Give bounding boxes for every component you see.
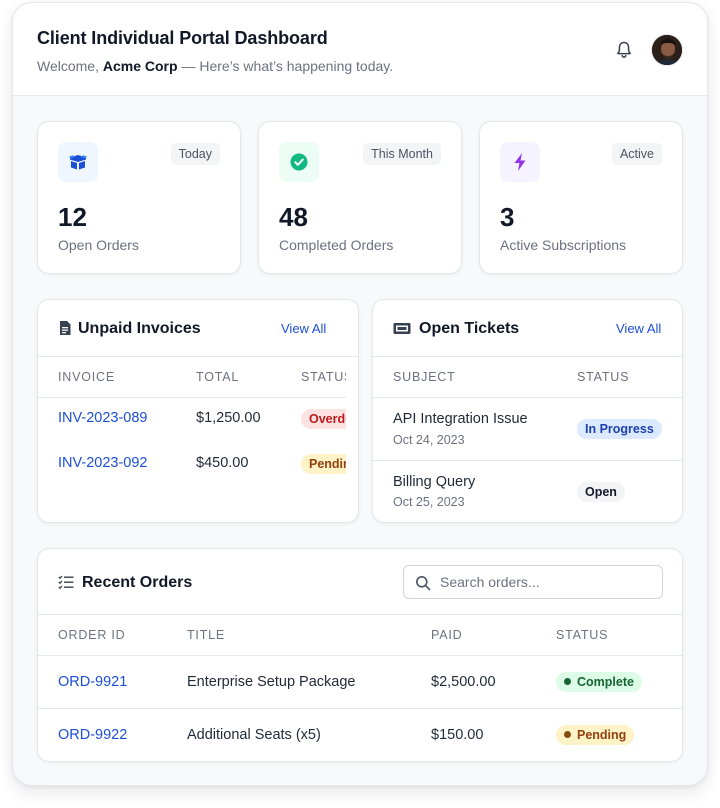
company-name: Acme Corp (102, 58, 178, 74)
stat-label: Completed Orders (279, 237, 394, 253)
welcome-prefix: Welcome, (37, 58, 99, 74)
avatar-image (652, 35, 682, 65)
ticket-icon (393, 323, 411, 334)
stat-badge: Active (611, 143, 662, 165)
stat-card-completed-orders: This Month 48 Completed Orders (258, 121, 462, 274)
invoice-total: $450.00 (196, 455, 249, 471)
order-title: Enterprise Setup Package (187, 674, 356, 690)
order-link[interactable]: ORD-9922 (58, 727, 127, 743)
column-header: SUBJECT (393, 370, 456, 384)
open-tickets-panel: Open Tickets View All SUBJECT STATUS API… (372, 299, 683, 523)
invoice-link[interactable]: INV-2023-092 (58, 455, 147, 471)
status-badge: Pending (301, 454, 346, 474)
stat-card-active-subscriptions: Active 3 Active Subscriptions (479, 121, 683, 274)
order-link[interactable]: ORD-9921 (58, 674, 127, 690)
status-dot (564, 678, 571, 685)
search-icon (416, 576, 431, 591)
invoice-link[interactable]: INV-2023-089 (58, 410, 147, 426)
box-icon (69, 155, 87, 170)
stat-badge: This Month (363, 143, 441, 165)
column-header: TOTAL (196, 370, 240, 384)
stat-value: 3 (500, 202, 515, 232)
column-header: STATUS (556, 628, 609, 642)
check-circle-icon (290, 153, 308, 171)
recent-orders-panel: Recent Orders ORDER ID TITLE PAID STATUS… (37, 548, 683, 762)
bell-icon (617, 41, 631, 58)
invoice-total: $1,250.00 (196, 410, 261, 426)
stat-icon-check (279, 142, 319, 182)
ticket-date: Oct 24, 2023 (393, 433, 465, 447)
search-input[interactable] (440, 566, 655, 598)
column-header: INVOICE (58, 370, 115, 384)
page-title: Client Individual Portal Dashboard (37, 28, 328, 48)
status-dot (564, 731, 571, 738)
search-orders-field[interactable] (403, 565, 663, 599)
stat-label: Active Subscriptions (500, 237, 627, 253)
stat-icon-lightning (500, 142, 540, 182)
ticket-subject[interactable]: Billing Query (393, 474, 475, 490)
status-badge: Overdue (301, 409, 346, 429)
column-header: TITLE (187, 628, 226, 642)
stat-value: 48 (279, 202, 308, 232)
document-icon (60, 321, 71, 335)
stat-badge: Today (170, 143, 220, 165)
stat-label: Open Orders (58, 237, 139, 253)
welcome-suffix: — Here’s what’s happening today. (181, 58, 394, 74)
checklist-icon (58, 575, 74, 589)
invoices-table: INVOICE TOTAL STATUS INV-2023-089 $1,250… (38, 357, 346, 522)
ticket-date: Oct 25, 2023 (393, 495, 465, 509)
stat-value: 12 (58, 202, 87, 232)
column-header: ORDER ID (58, 628, 126, 642)
divider (373, 397, 682, 398)
order-title: Additional Seats (x5) (187, 727, 321, 743)
view-all-invoices-link[interactable]: View All (281, 321, 326, 336)
notifications-button[interactable] (613, 39, 635, 61)
top-bar: Client Individual Portal Dashboard Welco… (13, 3, 707, 96)
column-header: STATUS (577, 370, 630, 384)
divider (38, 655, 682, 656)
panel-header: Unpaid Invoices View All (38, 300, 358, 357)
lightning-icon (514, 153, 526, 171)
status-text: Pending (577, 728, 627, 742)
status-badge: In Progress (577, 419, 662, 439)
stat-card-open-orders: Today 12 Open Orders (37, 121, 241, 274)
status-badge: Complete (556, 672, 642, 692)
view-all-tickets-link[interactable]: View All (616, 321, 661, 336)
ticket-subject[interactable]: API Integration Issue (393, 411, 528, 427)
stat-icon-box (58, 142, 98, 182)
dashboard-window: Client Individual Portal Dashboard Welco… (12, 2, 708, 786)
order-paid: $150.00 (431, 727, 484, 743)
unpaid-invoices-panel: Unpaid Invoices View All INVOICE TOTAL S… (37, 299, 359, 523)
divider (38, 708, 682, 709)
divider (373, 460, 682, 461)
status-badge: Open (577, 482, 625, 502)
panel-header: Open Tickets View All (373, 300, 682, 357)
column-header: PAID (431, 628, 463, 642)
panel-title: Recent Orders (82, 574, 193, 591)
status-badge: Pending (556, 725, 635, 745)
panel-header: Recent Orders (38, 549, 682, 615)
welcome-message: Welcome, Acme Corp — Here’s what’s happe… (37, 58, 393, 74)
panel-title: Open Tickets (419, 320, 520, 337)
status-text: Complete (577, 675, 634, 689)
panel-title: Unpaid Invoices (78, 320, 201, 337)
divider (38, 397, 346, 398)
user-avatar[interactable] (651, 34, 683, 66)
order-paid: $2,500.00 (431, 674, 496, 690)
column-header: STATUS (301, 370, 346, 384)
